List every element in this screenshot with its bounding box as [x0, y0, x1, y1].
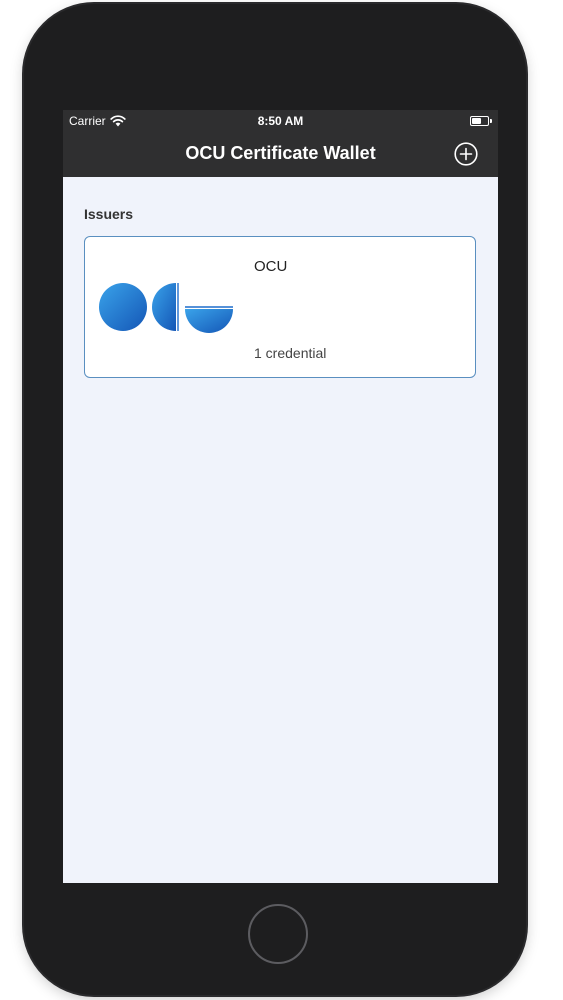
navigation-bar: OCU Certificate Wallet [63, 132, 498, 177]
ocu-logo-icon [99, 283, 233, 333]
home-button[interactable] [248, 904, 308, 964]
add-button[interactable] [454, 142, 478, 166]
status-bar: Carrier 8:50 AM [63, 110, 498, 132]
plus-circle-icon [454, 142, 478, 166]
battery-icon [470, 116, 492, 126]
issuers-section-header: Issuers [84, 206, 134, 222]
status-time: 8:50 AM [257, 114, 304, 128]
app-screen: Carrier 8:50 AM OCU Certificate Wallet I… [63, 110, 498, 883]
page-title: OCU Certificate Wallet [185, 143, 376, 163]
issuer-card[interactable]: OCU 1 credential [84, 236, 476, 378]
issuer-credential-count: 1 credential [254, 345, 327, 361]
issuer-logo [99, 281, 235, 333]
device-stage: Carrier 8:50 AM OCU Certificate Wallet I… [0, 0, 563, 1000]
issuer-name: OCU [254, 258, 288, 275]
